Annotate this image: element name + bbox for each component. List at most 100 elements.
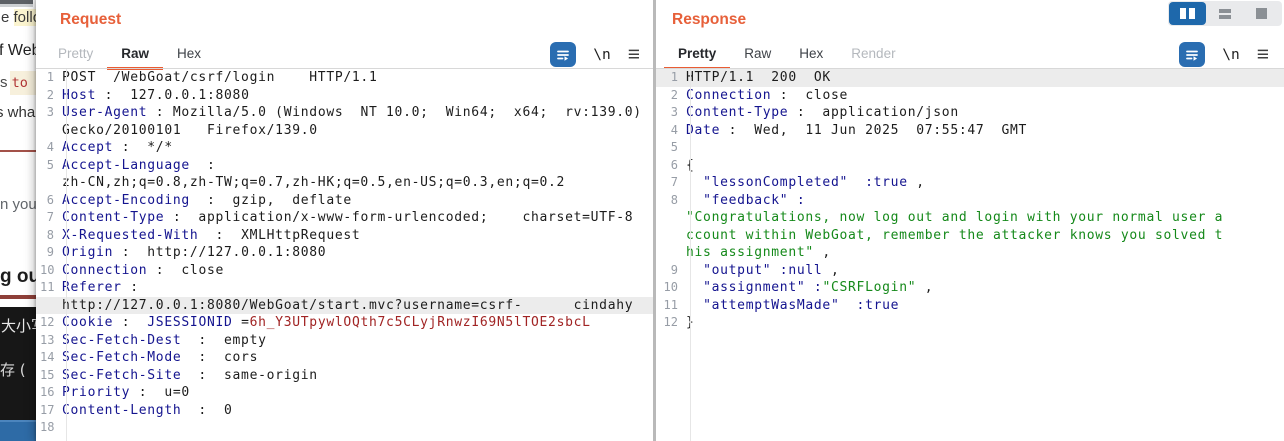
code-line-4[interactable]: 4Date : Wed, 11 Jun 2025 07:55:47 GMT [656,122,1284,140]
code-line-9[interactable]: 9 "output" :null , [656,262,1284,280]
token-text [686,175,703,190]
response-tabs: PrettyRawHexRender [664,36,910,69]
code-text: Sec-Fetch-Mode : cors [62,349,258,367]
token-name: Priority [62,385,130,400]
code-line-wrap[interactable]: his assignment" , [656,244,1284,262]
code-line-7[interactable]: 7 "lessonCompleted" :true , [656,174,1284,192]
code-line-14[interactable]: 14Sec-Fetch-Mode : cors [36,349,653,367]
code-text: Sec-Fetch-Dest : empty [62,332,267,350]
tab-hex[interactable]: Hex [785,36,837,70]
token-text: : Wed, 11 Jun 2025 07:55:47 GMT [720,123,1027,138]
code-line-11[interactable]: 11Referer : [36,279,653,297]
token-text [686,298,703,313]
token-name: Referer [62,280,122,295]
code-line-15[interactable]: 15Sec-Fetch-Site : same-origin [36,367,653,385]
code-line-16[interactable]: 16Priority : u=0 [36,384,653,402]
line-number: 7 [40,209,62,227]
response-editor[interactable]: 1HTTP/1.1 200 OK2Connection : close3Cont… [656,69,1284,441]
code-line-wrap[interactable]: zh-CN,zh;q=0.8,zh-TW;q=0.7,zh-HK;q=0.5,e… [36,174,653,192]
tab-render: Render [837,36,909,70]
code-line-8[interactable]: 8X-Requested-With : XMLHttpRequest [36,227,653,245]
code-line-4[interactable]: 4Accept : */* [36,139,653,157]
line-number: 2 [40,87,62,105]
tab-raw[interactable]: Raw [107,36,163,70]
code-text: Host : 127.0.0.1:8080 [62,87,250,105]
layout-split-columns-button[interactable] [1169,2,1206,25]
code-line-6[interactable]: 6{ [656,157,1284,175]
code-line-12[interactable]: 12Cookie : JSESSIONID =6h_Y3UTpywlOQth7c… [36,314,653,332]
code-line-18[interactable]: 18 [36,419,653,437]
token-red: 6h_Y3UTpywlOQth7c5CLyjRnwzI69N5lTOE2sbcL [250,315,591,330]
request-editor[interactable]: 1POST /WebGoat/csrf/login HTTP/1.12Host … [36,69,653,441]
code-text: Content-Length : 0 [62,402,233,420]
code-line-10[interactable]: 10Connection : close [36,262,653,280]
line-number: 16 [40,384,62,402]
token-name: "lessonCompleted" [703,175,848,190]
response-editor-toolbar: \n ≡ [1179,41,1269,68]
show-newlines-toggle[interactable]: \n [1222,47,1239,63]
editor-menu-button[interactable]: ≡ [628,44,640,65]
code-line-5[interactable]: 5 [656,139,1284,157]
line-number: 4 [40,139,62,157]
token-text: : close [771,88,848,103]
token-text: = [233,315,250,330]
token-name: Content-Type [62,210,164,225]
token-text: HTTP/1.1 200 OK [686,70,831,85]
token-name: Accept [62,140,113,155]
layout-single-pane-button[interactable] [1243,2,1280,25]
code-text: Accept-Language : [62,157,216,175]
code-line-12[interactable]: 12} [656,314,1284,332]
editor-menu-button[interactable]: ≡ [1257,44,1269,65]
tab-pretty[interactable]: Pretty [664,36,730,70]
code-line-6[interactable]: 6Accept-Encoding : gzip, deflate [36,192,653,210]
code-line-13[interactable]: 13Sec-Fetch-Dest : empty [36,332,653,350]
code-line-5[interactable]: 5Accept-Language : [36,157,653,175]
code-line-wrap[interactable]: "Congratulations, now log out and login … [656,209,1284,227]
code-line-wrap[interactable]: Gecko/20100101 Firefox/139.0 [36,122,653,140]
tab-hex[interactable]: Hex [163,36,215,70]
line-number: 12 [40,314,62,332]
line-number: 15 [40,367,62,385]
code-line-1[interactable]: 1POST /WebGoat/csrf/login HTTP/1.1 [36,69,653,87]
code-line-10[interactable]: 10 "assignment" :"CSRFLogin" , [656,279,1284,297]
code-text: Origin : http://127.0.0.1:8080 [62,244,326,262]
code-line-2[interactable]: 2Host : 127.0.0.1:8080 [36,87,653,105]
code-text: Connection : close [686,87,848,105]
line-number: 1 [660,69,686,87]
code-line-wrap[interactable]: ccount within WebGoat, remember the atta… [656,227,1284,245]
tab-pretty: Pretty [44,36,107,70]
token-text [686,193,703,208]
line-number: 8 [660,192,686,210]
code-line-8[interactable]: 8 "feedback" : [656,192,1284,210]
code-text: Sec-Fetch-Site : same-origin [62,367,318,385]
token-text: : http://127.0.0.1:8080 [113,245,326,260]
line-number: 14 [40,349,62,367]
layout-split-rows-button[interactable] [1206,2,1243,25]
line-number: 5 [40,157,62,175]
code-line-wrap[interactable]: http://127.0.0.1:8080/WebGoat/start.mvc?… [36,297,653,315]
code-text: Cookie : JSESSIONID =6h_Y3UTpywlOQth7c5C… [62,314,591,332]
tab-raw[interactable]: Raw [730,36,785,70]
token-text: POST /WebGoat/csrf/login HTTP/1.1 [62,70,378,85]
code-line-2[interactable]: 2Connection : close [656,87,1284,105]
code-line-17[interactable]: 17Content-Length : 0 [36,402,653,420]
line-number [40,122,62,140]
code-line-7[interactable]: 7Content-Type : application/x-www-form-u… [36,209,653,227]
horizontal-rule [0,150,36,152]
code-text: zh-CN,zh;q=0.8,zh-TW;q=0.7,zh-HK;q=0.5,e… [62,174,565,192]
word-wrap-toggle-button[interactable] [550,42,576,67]
token-text: : gzip, deflate [190,193,352,208]
line-number: 2 [660,87,686,105]
background-blue-bar [0,420,36,441]
token-lit: :true [848,175,908,190]
token-text: : XMLHttpRequest [198,228,360,243]
code-line-9[interactable]: 9Origin : http://127.0.0.1:8080 [36,244,653,262]
code-line-1[interactable]: 1HTTP/1.1 200 OK [656,69,1284,87]
code-line-3[interactable]: 3User-Agent : Mozilla/5.0 (Windows NT 10… [36,104,653,122]
token-str: his assignment" [686,245,814,260]
code-line-11[interactable]: 11 "attemptWasMade" :true [656,297,1284,315]
word-wrap-toggle-button[interactable] [1179,42,1205,67]
show-newlines-toggle[interactable]: \n [593,47,610,63]
line-number: 9 [660,262,686,280]
code-line-3[interactable]: 3Content-Type : application/json [656,104,1284,122]
